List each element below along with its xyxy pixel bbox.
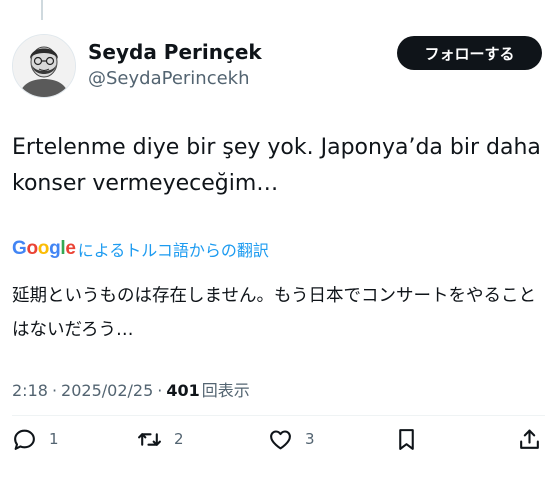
avatar-image	[13, 35, 75, 97]
tweet-text: Ertelenme diye bir şey yok. Japonya’da b…	[12, 135, 541, 196]
like-count: 3	[305, 430, 315, 448]
divider	[12, 415, 545, 416]
retweet-count: 2	[174, 430, 184, 448]
retweet-icon	[138, 432, 161, 446]
views-label[interactable]: 回表示	[202, 377, 250, 401]
share-button[interactable]	[517, 424, 542, 454]
translation-label: によるトルコ語からの翻訳	[77, 241, 269, 260]
bookmark-button[interactable]	[394, 424, 419, 454]
heart-icon	[270, 429, 291, 449]
separator-dot: ·	[51, 381, 58, 400]
translated-text: 延期というものは存在しません。もう日本でコンサートをやることはないだろう…	[12, 286, 536, 340]
author-display-name[interactable]: Seyda Perinçek	[88, 40, 262, 64]
post-date[interactable]: 2025/02/25	[61, 381, 153, 400]
share-icon	[520, 429, 539, 449]
reply-button[interactable]: 1	[12, 424, 59, 454]
thread-connector-line	[41, 0, 43, 20]
post-time[interactable]: 2:18	[12, 381, 48, 400]
reply-icon	[14, 429, 35, 450]
separator-dot: ·	[157, 381, 163, 400]
reply-count: 1	[49, 430, 59, 448]
bookmark-icon	[399, 428, 414, 450]
views-count[interactable]: 401	[166, 381, 199, 400]
follow-button[interactable]: フォローする	[397, 36, 542, 70]
retweet-button[interactable]: 2	[137, 424, 184, 454]
avatar[interactable]	[12, 34, 76, 98]
google-logo: Google	[12, 238, 76, 259]
translation-toggle-link[interactable]: Google によるトルコ語からの翻訳	[12, 236, 269, 262]
like-button[interactable]: 3	[268, 424, 315, 454]
author-handle[interactable]: @SeydaPerincekh	[88, 68, 250, 89]
tweet-metadata: 2:18 · 2025/02/25 · 401 回表示	[12, 377, 250, 401]
